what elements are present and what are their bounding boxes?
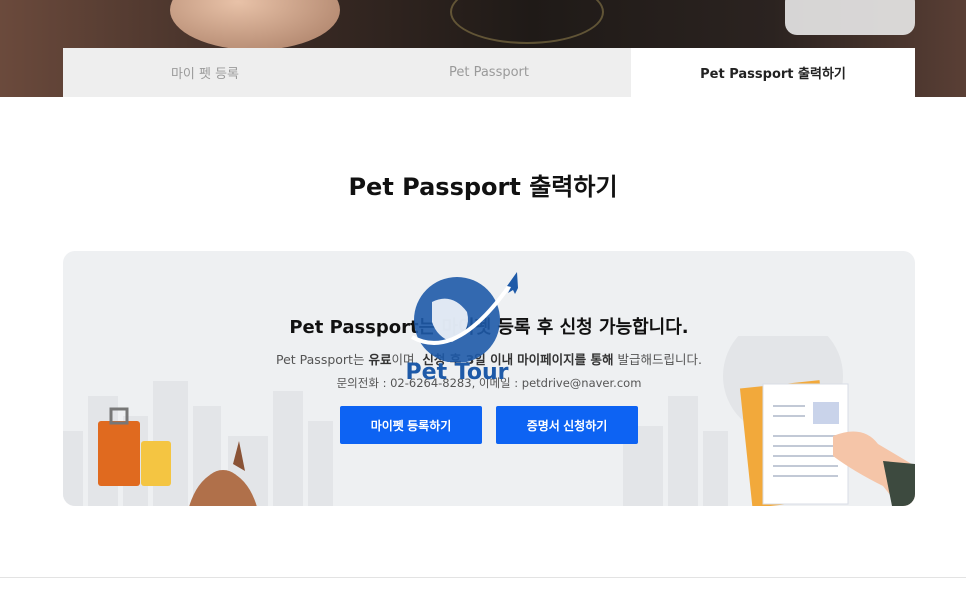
tab-pet-passport[interactable]: Pet Passport (347, 48, 631, 97)
apply-certificate-button[interactable]: 증명서 신청하기 (496, 406, 638, 444)
passport-seal-image (450, 0, 604, 44)
tab-bar: 마이 펫 등록 Pet Passport Pet Passport 출력하기 (63, 48, 915, 97)
desc-text: Pet Passport는 (276, 352, 369, 367)
airplane-icon (507, 272, 518, 294)
desc-text: 발급해드립니다. (613, 352, 702, 367)
tab-pet-passport-print[interactable]: Pet Passport 출력하기 (631, 48, 915, 97)
hand-image (170, 0, 340, 50)
pet-tour-logo: Pet Tour (372, 262, 542, 392)
logo-text: Pet Tour (405, 360, 509, 385)
suitcase-illustration (98, 421, 140, 486)
footer-divider (0, 577, 966, 578)
register-my-pet-button[interactable]: 마이펫 등록하기 (340, 406, 482, 444)
passport-card-image (785, 0, 915, 35)
logo-globe-icon (411, 272, 518, 363)
tab-my-pet-register[interactable]: 마이 펫 등록 (63, 48, 347, 97)
page-title: Pet Passport 출력하기 (348, 173, 618, 201)
